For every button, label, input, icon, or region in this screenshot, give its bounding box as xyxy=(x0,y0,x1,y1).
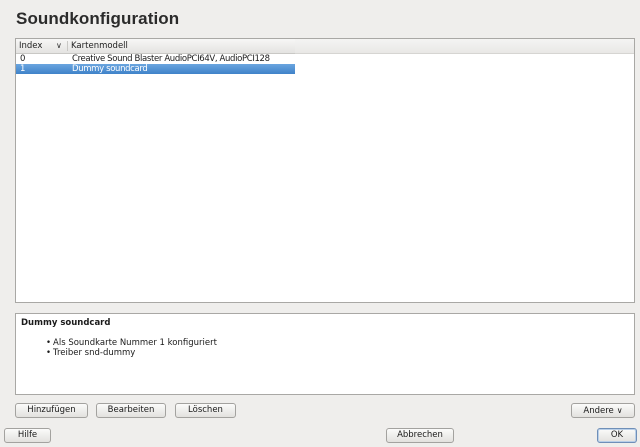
table-row-selected[interactable]: 1 Dummy soundcard xyxy=(16,64,295,74)
details-item: Treiber snd-dummy xyxy=(46,348,217,359)
other-menu-button[interactable]: Andere ∨ xyxy=(571,403,635,418)
help-button[interactable]: Hilfe xyxy=(4,428,51,443)
page-title: Soundkonfiguration xyxy=(16,9,180,28)
details-heading: Dummy soundcard xyxy=(21,318,111,328)
other-menu-label: Andere xyxy=(583,406,614,416)
details-list: Als Soundkarte Nummer 1 konfiguriert Tre… xyxy=(46,338,217,359)
delete-button[interactable]: Löschen xyxy=(175,403,236,418)
details-panel: Dummy soundcard Als Soundkarte Nummer 1 … xyxy=(15,313,635,395)
column-divider xyxy=(67,41,68,51)
edit-button[interactable]: Bearbeiten xyxy=(96,403,166,418)
add-button[interactable]: Hinzufügen xyxy=(15,403,88,418)
soundcard-table[interactable]: Index ∨ Kartenmodell 0 Creative Sound Bl… xyxy=(15,38,635,303)
cancel-button[interactable]: Abbrechen xyxy=(386,428,454,443)
row-model: Creative Sound Blaster AudioPCI64V, Audi… xyxy=(72,54,270,64)
row-index: 0 xyxy=(20,54,26,64)
table-header-fill xyxy=(295,39,634,54)
column-header-kartenmodell[interactable]: Kartenmodell xyxy=(71,39,128,53)
ok-button[interactable]: OK xyxy=(597,428,637,443)
sort-chevron-icon[interactable]: ∨ xyxy=(56,39,62,53)
row-model: Dummy soundcard xyxy=(72,64,148,74)
table-header: Index ∨ Kartenmodell xyxy=(16,39,295,54)
table-row[interactable]: 0 Creative Sound Blaster AudioPCI64V, Au… xyxy=(16,54,295,64)
row-index: 1 xyxy=(20,64,26,74)
chevron-down-icon: ∨ xyxy=(616,406,623,415)
